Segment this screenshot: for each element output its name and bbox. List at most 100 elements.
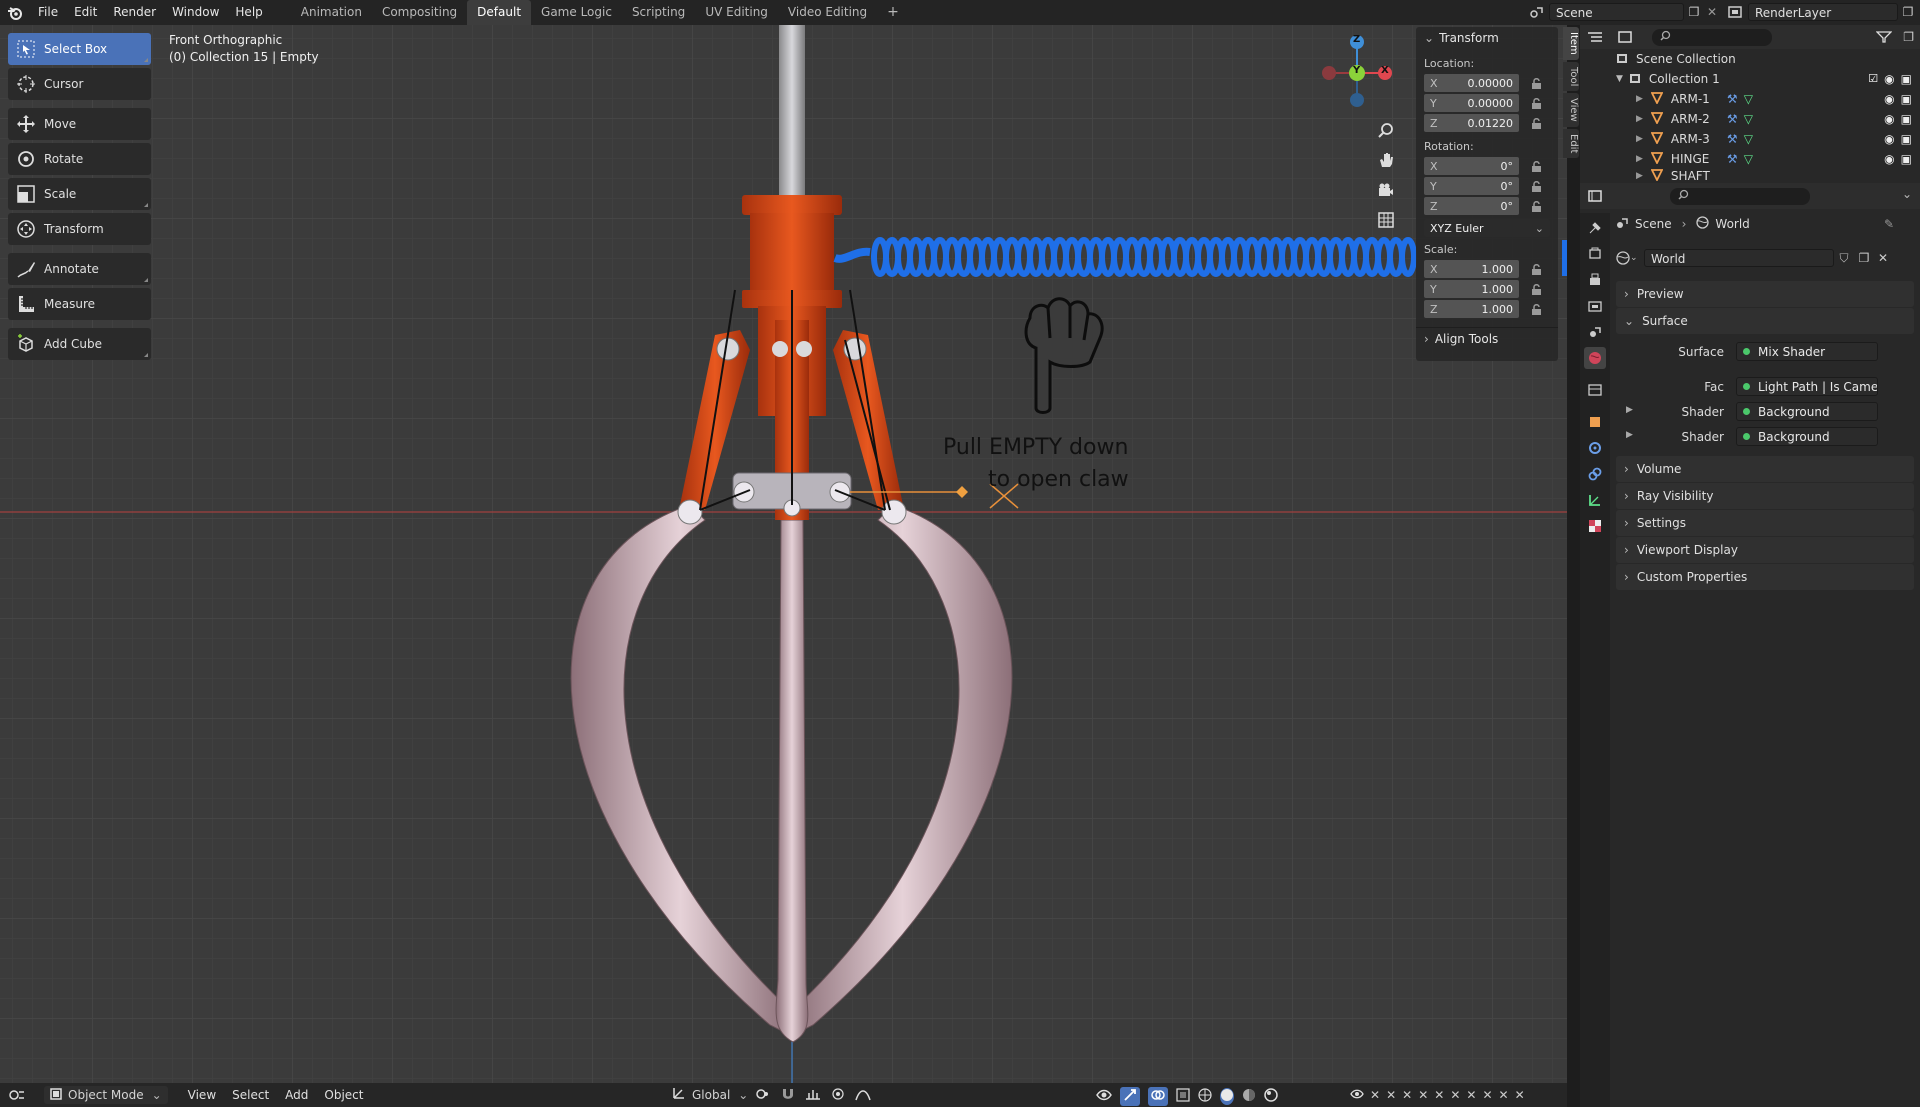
- expand-arrow-icon[interactable]: ▶: [1636, 171, 1643, 181]
- delete-scene-icon[interactable]: ✕: [1704, 5, 1720, 19]
- tool-add-cube[interactable]: Add Cube: [8, 328, 151, 360]
- location-y-field[interactable]: Y 0.00000: [1424, 94, 1519, 112]
- modifier-wrench-icon[interactable]: ⚒: [1727, 92, 1738, 106]
- section-surface[interactable]: ⌄ Surface: [1616, 308, 1914, 334]
- tab-game-logic[interactable]: Game Logic: [531, 0, 622, 25]
- tab-scripting[interactable]: Scripting: [622, 0, 695, 25]
- section-preview[interactable]: › Preview: [1616, 281, 1914, 307]
- tab-animation[interactable]: Animation: [291, 0, 372, 25]
- outliner-object-arm-1[interactable]: ▶ ARM-1 ⚒ ▽ ◉ ▣: [1580, 89, 1920, 109]
- tool-annotate[interactable]: Annotate: [8, 253, 151, 285]
- world-browse-icon[interactable]: ⌄: [1616, 251, 1644, 265]
- rotation-y-field[interactable]: Y 0°: [1424, 177, 1519, 195]
- section-viewport-display[interactable]: › Viewport Display: [1616, 537, 1914, 563]
- outliner-object-shaft[interactable]: ▶ SHAFT: [1580, 169, 1920, 183]
- eye-icon[interactable]: ◉: [1884, 112, 1894, 126]
- world-name-field[interactable]: World: [1644, 249, 1834, 267]
- expand-arrow-icon[interactable]: ▼: [1616, 74, 1623, 84]
- texture-tab-icon[interactable]: [1584, 515, 1606, 537]
- outliner-object-hinge[interactable]: ▶ HINGE ⚒ ▽ ◉ ▣: [1580, 149, 1920, 169]
- rendered-shading-icon[interactable]: [1264, 1088, 1278, 1105]
- header-menu-select[interactable]: Select: [224, 1088, 277, 1102]
- transform-panel-header[interactable]: ⌄ Transform: [1416, 27, 1558, 49]
- menu-edit[interactable]: Edit: [66, 0, 105, 25]
- surface-shader-field[interactable]: Mix Shader: [1736, 342, 1878, 361]
- overlays-icon[interactable]: [1148, 1087, 1168, 1106]
- new-collection-icon[interactable]: ❐: [1903, 30, 1914, 44]
- lock-icon[interactable]: [1529, 263, 1543, 275]
- perspective-grid-icon[interactable]: [1373, 207, 1399, 233]
- shader-input-field-1[interactable]: Background: [1736, 402, 1878, 421]
- outliner-scene-collection[interactable]: Scene Collection: [1580, 49, 1920, 69]
- breadcrumb-world[interactable]: World: [1715, 217, 1749, 231]
- x-mark-icon[interactable]: ✕: [1370, 1088, 1380, 1103]
- x-mark-icon[interactable]: ✕: [1450, 1088, 1460, 1103]
- menu-help[interactable]: Help: [227, 0, 270, 25]
- expand-arrow-icon[interactable]: ▶: [1626, 430, 1633, 440]
- tab-default[interactable]: Default: [467, 0, 532, 25]
- filter-icon[interactable]: [1875, 31, 1893, 46]
- eye-icon[interactable]: ◉: [1884, 72, 1894, 86]
- tab-view[interactable]: View: [1563, 93, 1579, 127]
- lock-icon[interactable]: [1529, 200, 1543, 212]
- visibility-eye-icon[interactable]: [1096, 1089, 1112, 1104]
- lock-icon[interactable]: [1529, 180, 1543, 192]
- lock-icon[interactable]: [1529, 97, 1543, 109]
- orientation-dropdown[interactable]: Global ⌄: [672, 1086, 748, 1103]
- camera-icon[interactable]: ▣: [1901, 132, 1912, 146]
- mesh-data-icon[interactable]: ▽: [1744, 112, 1753, 126]
- scene-icon[interactable]: [1525, 3, 1549, 21]
- tool-transform[interactable]: Transform: [8, 213, 151, 245]
- eye-icon[interactable]: ◉: [1884, 152, 1894, 166]
- tool-scale[interactable]: Scale: [8, 178, 151, 210]
- camera-icon[interactable]: ▣: [1901, 92, 1912, 106]
- chevron-down-icon[interactable]: ⌄: [1902, 187, 1912, 201]
- blender-logo-icon[interactable]: [0, 6, 30, 20]
- mode-dropdown[interactable]: Object Mode ⌄: [44, 1086, 168, 1104]
- render-tab-icon[interactable]: [1584, 243, 1606, 265]
- output-tab-icon[interactable]: [1584, 269, 1606, 291]
- location-z-field[interactable]: Z 0.01220: [1424, 114, 1519, 132]
- unlink-world-icon[interactable]: ✕: [1874, 251, 1892, 265]
- navigation-gizmo[interactable]: Z Y X: [1317, 32, 1397, 112]
- tool-settings-tab-icon[interactable]: [1584, 217, 1606, 239]
- mesh-data-icon[interactable]: ▽: [1744, 92, 1753, 106]
- tool-rotate[interactable]: Rotate: [8, 143, 151, 175]
- section-volume[interactable]: › Volume: [1616, 456, 1914, 482]
- x-mark-icon[interactable]: ✕: [1386, 1088, 1396, 1103]
- rotation-mode-dropdown[interactable]: XYZ Euler ⌄: [1424, 219, 1550, 237]
- section-custom-properties[interactable]: › Custom Properties: [1616, 564, 1914, 590]
- tab-edit[interactable]: Edit: [1563, 128, 1579, 159]
- tool-measure[interactable]: Measure: [8, 288, 151, 320]
- lock-icon[interactable]: [1529, 160, 1543, 172]
- wireframe-shading-icon[interactable]: [1198, 1088, 1212, 1105]
- fake-user-shield-icon[interactable]: ⛉: [1834, 251, 1854, 266]
- pan-hand-icon[interactable]: [1373, 147, 1399, 173]
- render-layer-field[interactable]: RenderLayer: [1748, 3, 1898, 21]
- tool-move[interactable]: Move: [8, 108, 151, 140]
- menu-file[interactable]: File: [30, 0, 66, 25]
- location-x-field[interactable]: X 0.00000: [1424, 74, 1519, 92]
- x-mark-icon[interactable]: ✕: [1515, 1088, 1525, 1103]
- x-mark-icon[interactable]: ✕: [1466, 1088, 1476, 1103]
- render-layer-icon[interactable]: [1722, 3, 1748, 21]
- constraints-tab-icon[interactable]: [1584, 463, 1606, 485]
- scale-x-field[interactable]: X 1.000: [1424, 260, 1519, 278]
- modifier-wrench-icon[interactable]: ⚒: [1727, 152, 1738, 166]
- object-data-tab-icon[interactable]: [1584, 489, 1606, 511]
- x-mark-icon[interactable]: ✕: [1499, 1088, 1509, 1103]
- eye-icon[interactable]: ◉: [1884, 132, 1894, 146]
- outliner-object-arm-3[interactable]: ▶ ARM-3 ⚒ ▽ ◉ ▣: [1580, 129, 1920, 149]
- zoom-icon[interactable]: [1373, 117, 1399, 143]
- new-render-layer-icon[interactable]: ❐: [1898, 5, 1918, 19]
- camera-icon[interactable]: ▣: [1901, 152, 1912, 166]
- collection-tab-icon[interactable]: [1584, 379, 1606, 401]
- camera-icon[interactable]: ▣: [1901, 72, 1912, 86]
- 3d-viewport[interactable]: Front Orthographic (0) Collection 15 | E…: [0, 25, 1567, 1083]
- header-menu-view[interactable]: View: [180, 1088, 224, 1102]
- align-tools-header[interactable]: › Align Tools: [1416, 327, 1558, 350]
- outliner-search-input[interactable]: [1652, 28, 1772, 46]
- properties-search-input[interactable]: [1670, 187, 1810, 205]
- eye-icon[interactable]: ◉: [1884, 92, 1894, 106]
- pin-icon[interactable]: ✎: [1884, 217, 1894, 231]
